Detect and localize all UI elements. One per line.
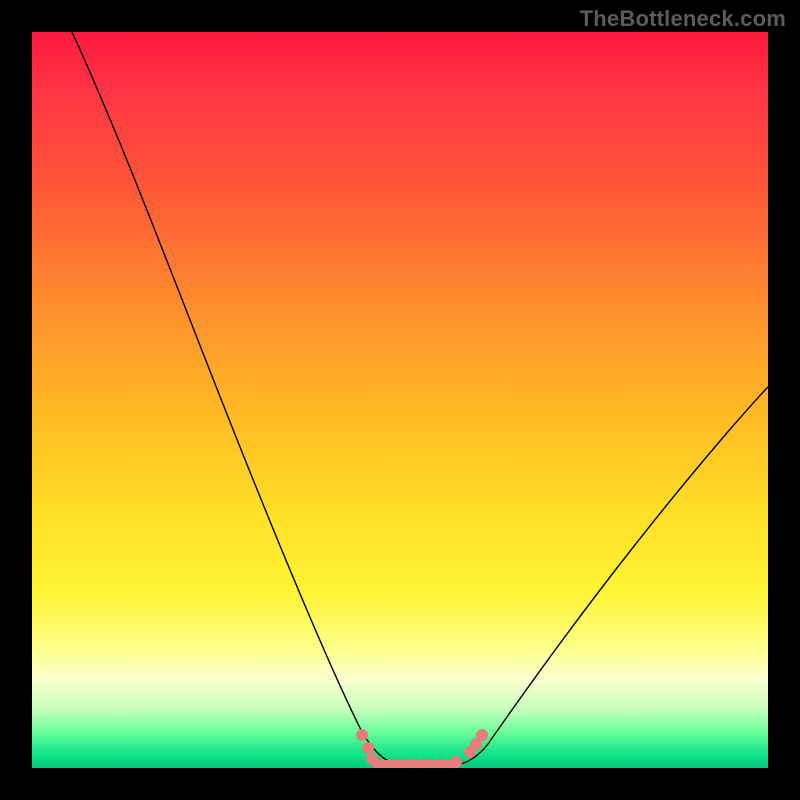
- marker-dot: [476, 729, 488, 741]
- chart-frame: TheBottleneck.com: [0, 0, 800, 800]
- marker-dot: [450, 756, 462, 768]
- bottleneck-curve: [72, 32, 768, 765]
- watermark-text: TheBottleneck.com: [580, 6, 786, 32]
- plot-area: [32, 32, 768, 768]
- marker-dot: [366, 753, 378, 765]
- chart-svg: [32, 32, 768, 768]
- marker-dot: [362, 742, 374, 754]
- marker-dot: [356, 729, 368, 741]
